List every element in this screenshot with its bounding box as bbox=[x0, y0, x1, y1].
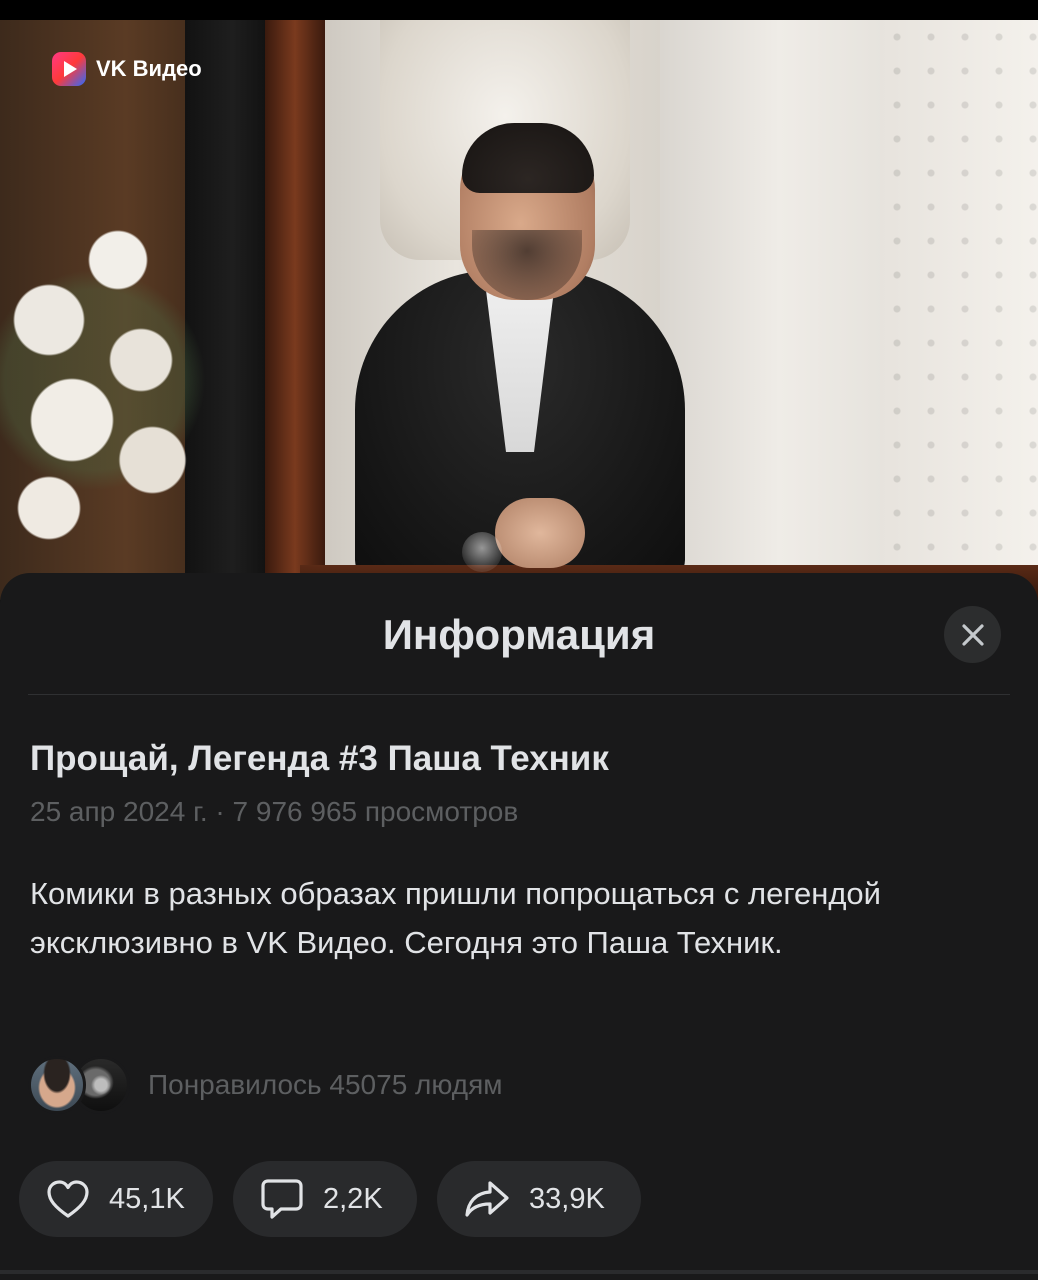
likes-summary[interactable]: Понравилось 45075 людям bbox=[28, 1054, 503, 1116]
video-description: Комики в разных образах пришли попрощать… bbox=[30, 876, 881, 960]
liked-by-avatars bbox=[28, 1054, 138, 1116]
info-sheet: Информация Прощай, Легенда #3 Паша Техни… bbox=[0, 573, 1038, 1280]
share-count: 33,9K bbox=[529, 1182, 605, 1215]
comment-icon bbox=[261, 1179, 303, 1219]
close-icon bbox=[961, 623, 984, 646]
heart-icon bbox=[47, 1180, 89, 1218]
comment-button[interactable]: 2,2K bbox=[233, 1161, 417, 1237]
vk-video-watermark: VK Видео bbox=[52, 52, 202, 86]
sheet-title: Информация bbox=[382, 611, 656, 658]
avatar bbox=[28, 1056, 86, 1114]
header-divider bbox=[28, 694, 1010, 695]
action-bar: 45,1K 2,2K 33,9K bbox=[19, 1161, 641, 1237]
video-player[interactable]: VK Видео bbox=[0, 20, 1038, 600]
vk-video-logo-icon bbox=[52, 52, 86, 86]
video-title: Прощай, Легенда #3 Паша Техник bbox=[30, 739, 609, 778]
share-button[interactable]: 33,9K bbox=[437, 1161, 641, 1237]
likes-summary-text: Понравилось 45075 людям bbox=[148, 1069, 503, 1100]
brand-label: VK Видео bbox=[96, 56, 202, 81]
share-icon bbox=[465, 1181, 509, 1217]
close-button[interactable] bbox=[944, 606, 1001, 663]
video-meta: 25 апр 2024 г. · 7 976 965 просмотров bbox=[30, 796, 519, 827]
video-frame bbox=[0, 20, 1038, 600]
comment-count: 2,2K bbox=[323, 1182, 383, 1215]
sheet-header: Информация bbox=[0, 573, 1038, 695]
bottom-divider bbox=[0, 1270, 1038, 1274]
like-count: 45,1K bbox=[109, 1182, 185, 1215]
like-button[interactable]: 45,1K bbox=[19, 1161, 213, 1237]
